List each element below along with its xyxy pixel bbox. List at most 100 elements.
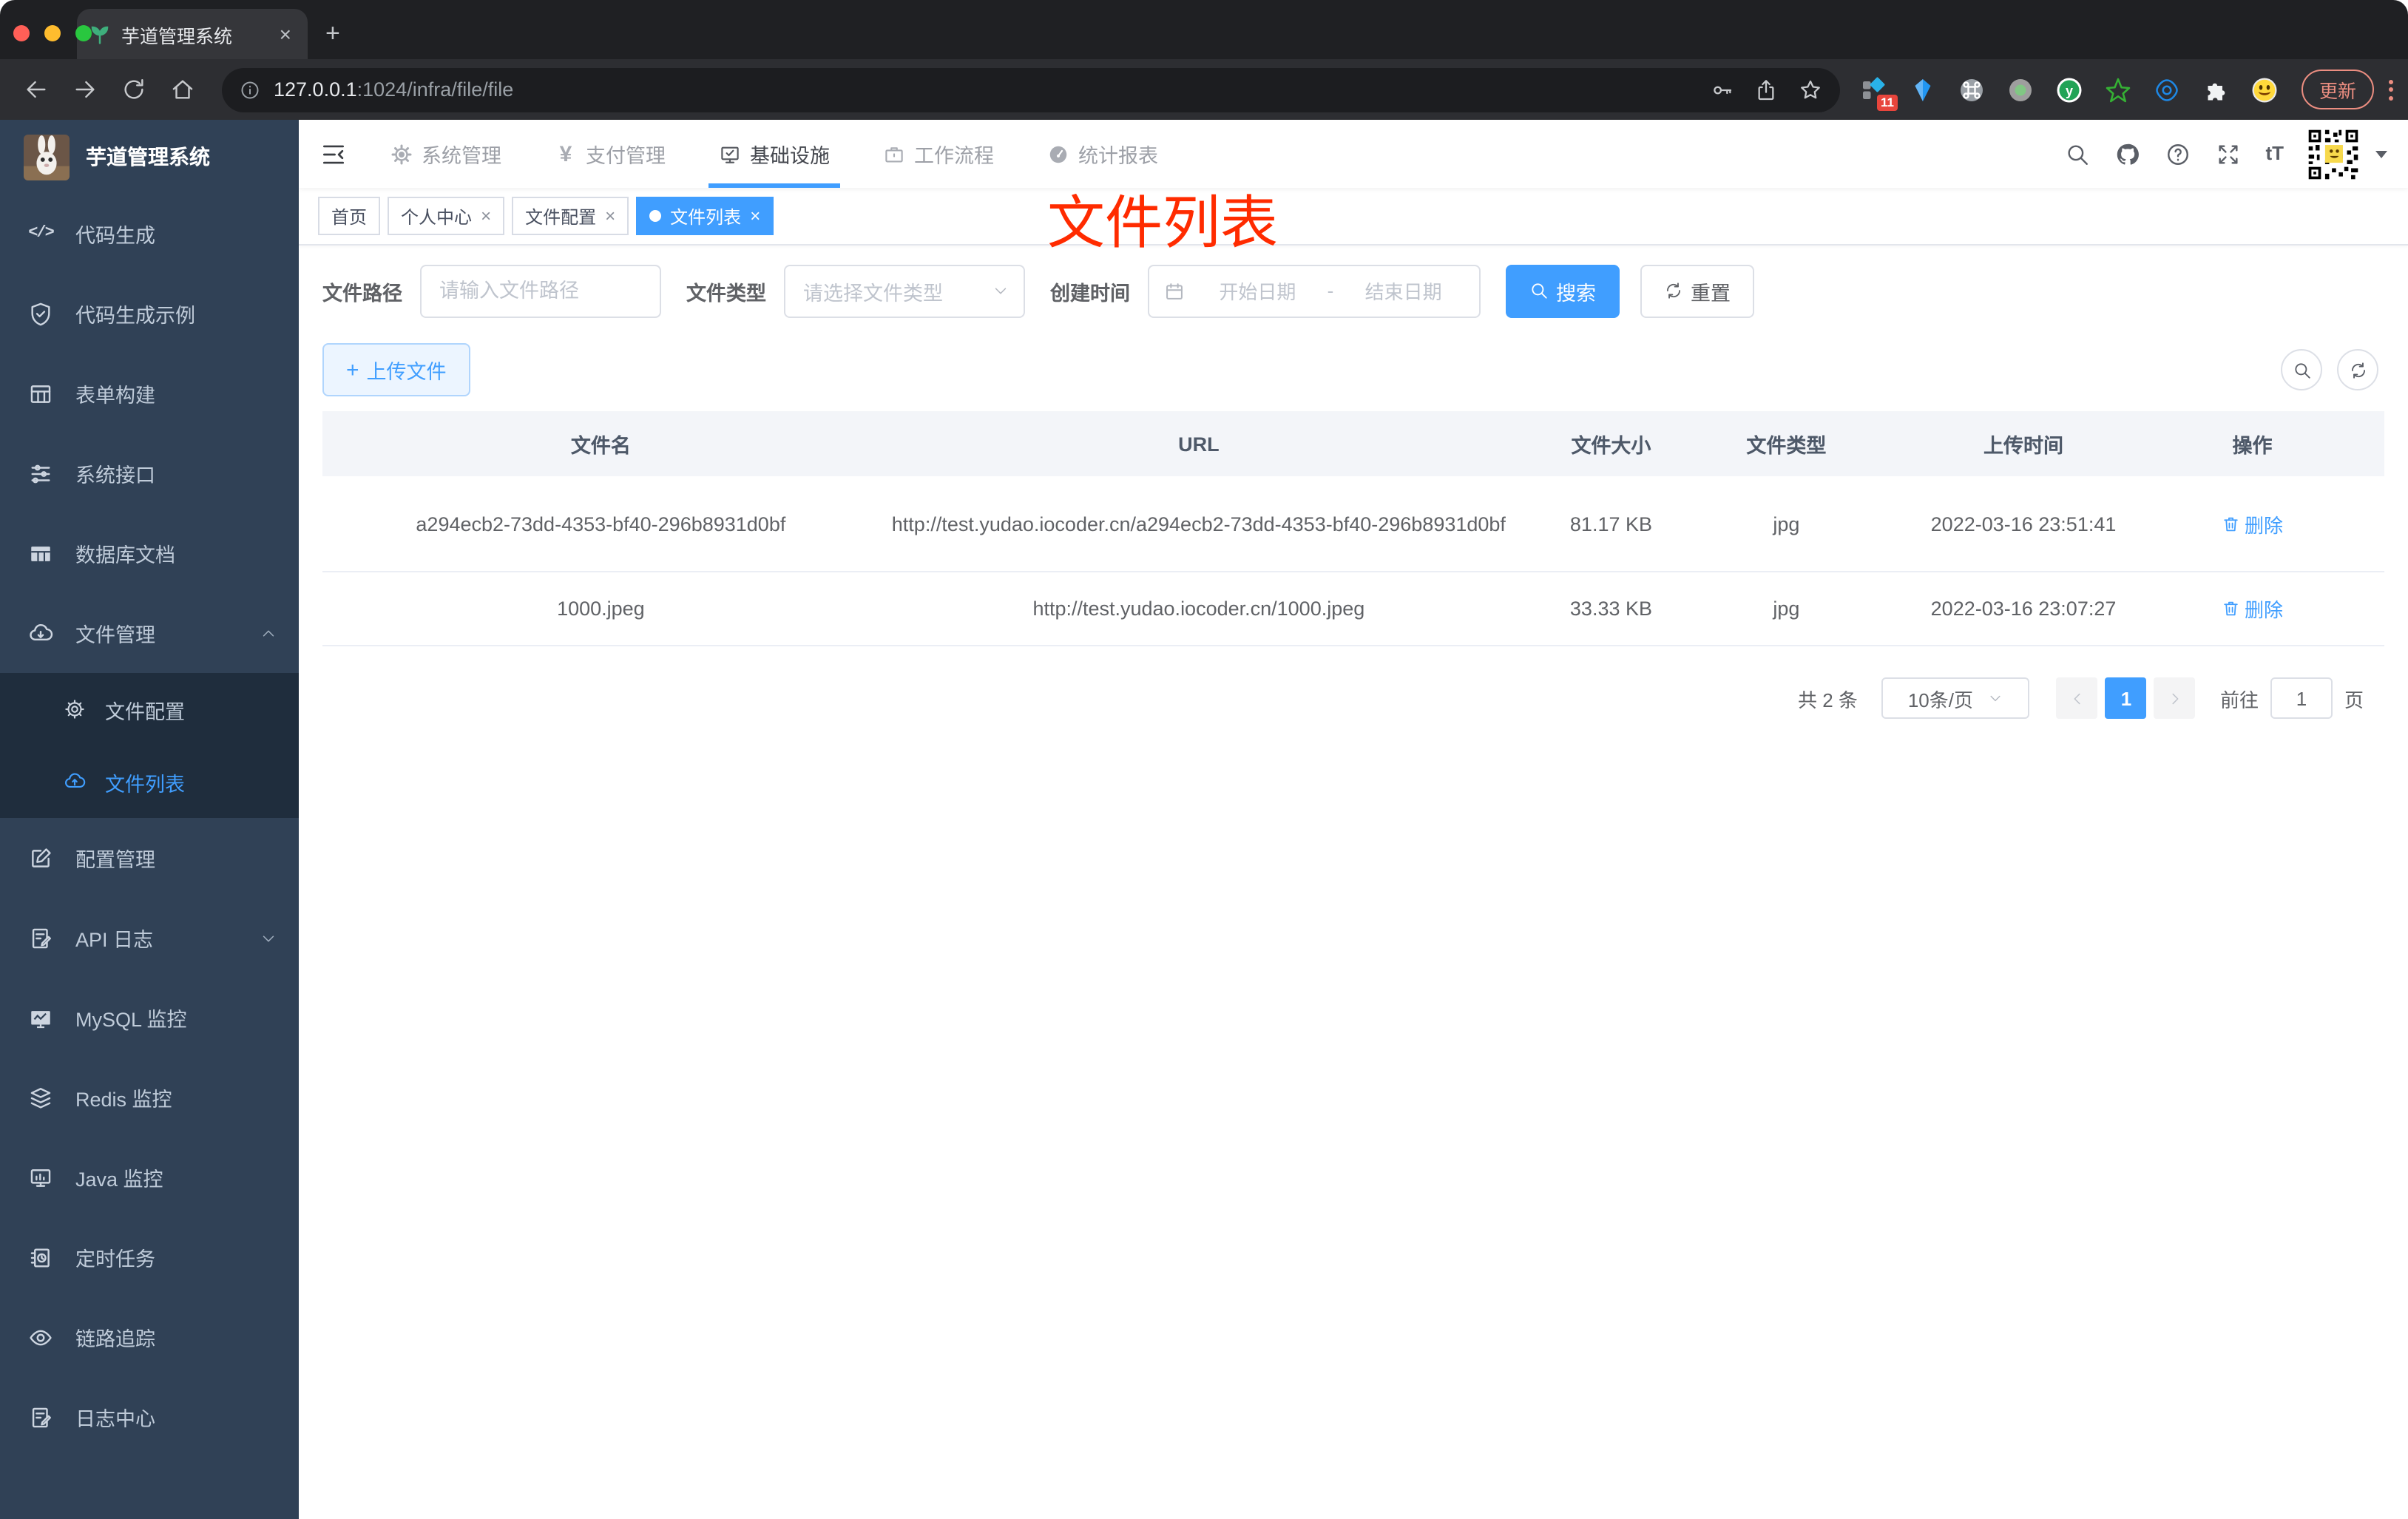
- top-nav-infrastructure[interactable]: 基础设施: [700, 120, 849, 188]
- toggle-search-button[interactable]: [2281, 349, 2322, 390]
- sidebar-item-file-config[interactable]: 文件配置: [0, 673, 299, 745]
- sidebar-item-api-log[interactable]: API 日志: [0, 898, 299, 978]
- upload-file-button[interactable]: + 上传文件: [322, 343, 470, 396]
- address-bar[interactable]: 127.0.0.1:1024/infra/file/file: [222, 67, 1840, 112]
- tag-close-icon[interactable]: ×: [605, 206, 615, 226]
- top-nav-payment[interactable]: ¥ 支付管理: [535, 120, 685, 188]
- sidebar-item-label: 定时任务: [75, 1248, 155, 1271]
- cell-filesize: 81.17 KB: [1569, 512, 1652, 535]
- sidebar-item-file-management[interactable]: 文件管理: [0, 593, 299, 673]
- column-header-uploadtime: 上传时间: [1983, 435, 2064, 457]
- tag-home[interactable]: 首页: [318, 197, 381, 235]
- reload-icon[interactable]: [121, 77, 146, 102]
- app-header: 系统管理 ¥ 支付管理 基础设施 工作流程 统计报表 tT: [299, 120, 2408, 188]
- column-header-actions: 操作: [2232, 435, 2273, 457]
- gear-icon: [64, 698, 86, 720]
- cell-url: http://test.yudao.iocoder.cn/a294ecb2-73…: [891, 512, 1506, 535]
- filter-form: 文件路径 文件类型 请选择文件类型 创建时间: [322, 263, 2384, 318]
- page-size-select[interactable]: 10条/页: [1881, 677, 2029, 719]
- tag-label: 个人中心: [401, 206, 473, 227]
- search-button-label: 搜索: [1556, 282, 1596, 304]
- gauge-icon: [1047, 143, 1069, 165]
- share-icon[interactable]: [1754, 78, 1778, 101]
- fullscreen-icon[interactable]: [2215, 141, 2240, 166]
- create-time-label: 创建时间: [1050, 282, 1130, 304]
- minimize-window-button[interactable]: [44, 25, 61, 41]
- sidebar-item-java-monitor[interactable]: Java 监控: [0, 1137, 299, 1217]
- sidebar-item-mysql-monitor[interactable]: MySQL 监控: [0, 978, 299, 1058]
- page-number-current[interactable]: 1: [2105, 677, 2147, 719]
- search-icon[interactable]: [2064, 141, 2089, 166]
- prev-page-button[interactable]: [2056, 677, 2098, 719]
- tag-file-list[interactable]: 文件列表 ×: [636, 197, 774, 235]
- file-type-select[interactable]: 请选择文件类型: [784, 264, 1025, 317]
- sidebar-item-file-list[interactable]: 文件列表: [0, 745, 299, 818]
- ext-command-icon[interactable]: [1958, 76, 1985, 103]
- ext-balloon-icon[interactable]: [1910, 76, 1936, 103]
- table-header-row: 文件名 URL 文件大小 文件类型 上传时间 操作: [322, 411, 2384, 476]
- github-icon[interactable]: [2114, 141, 2140, 166]
- table-row: a294ecb2-73dd-4353-bf40-296b8931d0bf htt…: [322, 476, 2384, 572]
- date-range-picker[interactable]: 开始日期 - 结束日期: [1148, 264, 1481, 317]
- tab-close-icon[interactable]: ×: [275, 22, 296, 46]
- top-nav-workflow[interactable]: 工作流程: [864, 120, 1013, 188]
- start-date-placeholder[interactable]: 开始日期: [1197, 277, 1319, 305]
- ext-y-circle-icon[interactable]: y: [2056, 76, 2083, 103]
- tag-profile[interactable]: 个人中心 ×: [388, 197, 505, 235]
- font-size-icon[interactable]: tT: [2265, 141, 2284, 166]
- sidebar-item-config-management[interactable]: 配置管理: [0, 818, 299, 898]
- close-window-button[interactable]: [13, 25, 30, 41]
- avatar[interactable]: [2306, 126, 2361, 181]
- refresh-table-button[interactable]: [2337, 349, 2378, 390]
- next-page-button[interactable]: [2154, 677, 2196, 719]
- sidebar-item-code-generation[interactable]: </> 代码生成: [0, 194, 299, 274]
- sidebar-item-scheduled-tasks[interactable]: 定时任务: [0, 1217, 299, 1297]
- zoom-window-button[interactable]: [75, 25, 92, 41]
- delete-button[interactable]: 删除: [2222, 510, 2283, 538]
- search-button[interactable]: 搜索: [1506, 264, 1620, 317]
- new-tab-button[interactable]: +: [325, 19, 340, 49]
- ext-green-star-icon[interactable]: [2105, 76, 2131, 103]
- file-path-input[interactable]: [420, 264, 661, 317]
- sidebar-item-form-builder[interactable]: 表单构建: [0, 353, 299, 433]
- sidebar-item-db-doc[interactable]: 数据库文档: [0, 513, 299, 593]
- ext-blue-eye-icon[interactable]: [2154, 76, 2180, 103]
- home-icon[interactable]: [170, 77, 195, 102]
- delete-button[interactable]: 删除: [2222, 595, 2283, 623]
- edit-square-icon: [28, 845, 53, 870]
- ext-emoji-icon[interactable]: [2251, 76, 2278, 103]
- top-nav-label: 基础设施: [750, 145, 830, 167]
- browser-tab[interactable]: 芋道管理系统 ×: [77, 9, 308, 59]
- top-nav-system[interactable]: 系统管理: [371, 120, 521, 188]
- sidebar-item-tracing[interactable]: 链路追踪: [0, 1297, 299, 1377]
- site-info-icon[interactable]: [240, 79, 260, 100]
- tag-close-icon[interactable]: ×: [481, 206, 491, 226]
- sidebar-item-log-center[interactable]: 日志中心: [0, 1377, 299, 1457]
- tag-file-config[interactable]: 文件配置 ×: [512, 197, 629, 235]
- sidebar-item-system-api[interactable]: 系统接口: [0, 433, 299, 513]
- sidebar-item-code-demo[interactable]: 代码生成示例: [0, 274, 299, 353]
- reset-button[interactable]: 重置: [1640, 264, 1754, 317]
- goto-page-input[interactable]: [2270, 677, 2333, 719]
- bookmark-star-icon[interactable]: [1799, 78, 1822, 101]
- cloud-upload-icon: [64, 771, 86, 793]
- sidebar-item-label: 代码生成: [75, 225, 155, 247]
- sidebar-logo[interactable]: 芋道管理系统: [0, 120, 299, 194]
- page-size-value: 10条/页: [1907, 689, 1973, 711]
- end-date-placeholder[interactable]: 结束日期: [1342, 277, 1464, 305]
- back-icon[interactable]: [24, 77, 49, 102]
- sidebar-toggle-icon[interactable]: [319, 140, 348, 168]
- forward-icon[interactable]: [72, 77, 98, 102]
- chrome-menu-icon[interactable]: [2386, 76, 2396, 103]
- help-icon[interactable]: [2165, 141, 2190, 166]
- file-type-label: 文件类型: [686, 282, 766, 304]
- ext-grid-diamond-icon[interactable]: 11: [1861, 76, 1898, 110]
- tag-close-icon[interactable]: ×: [750, 206, 760, 226]
- ext-puzzle-icon[interactable]: [2202, 76, 2229, 103]
- ext-gray-green-circle-icon[interactable]: [2007, 76, 2034, 103]
- password-key-icon[interactable]: [1710, 78, 1734, 101]
- avatar-caret-down-icon[interactable]: [2375, 150, 2387, 158]
- sidebar-item-redis-monitor[interactable]: Redis 监控: [0, 1058, 299, 1137]
- chrome-update-button[interactable]: 更新: [2301, 70, 2374, 109]
- trash-icon: [2222, 600, 2240, 618]
